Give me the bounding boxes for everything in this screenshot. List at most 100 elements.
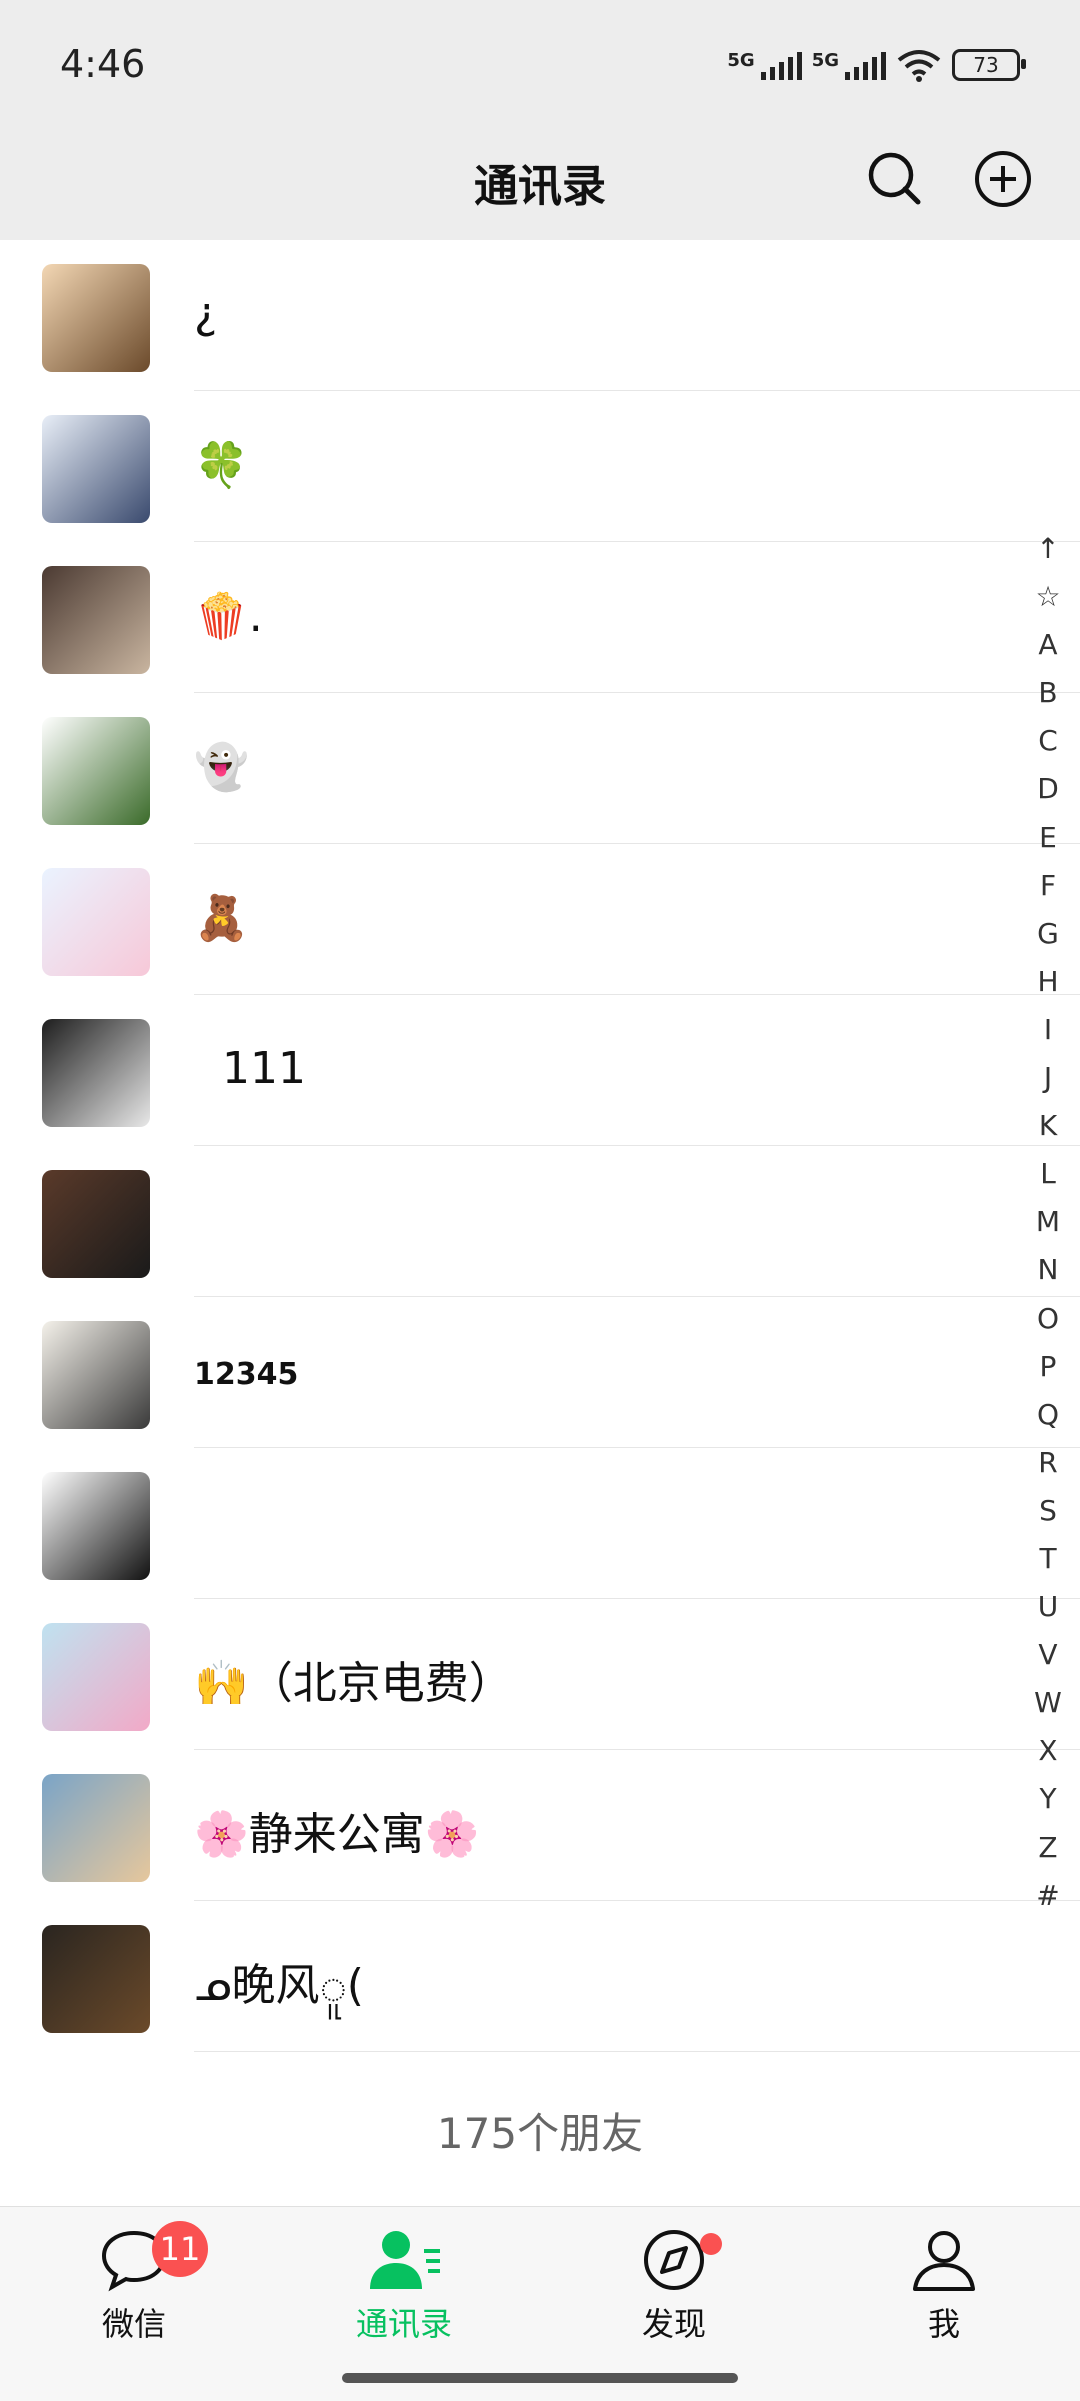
index-letter[interactable]: H xyxy=(1037,958,1058,1006)
contact-row[interactable]: 🌸静来公寓🌸 xyxy=(0,1750,1080,1901)
status-time: 4:46 xyxy=(60,42,146,86)
search-icon[interactable] xyxy=(862,146,928,212)
index-letter[interactable]: ↑ xyxy=(1036,525,1059,573)
avatar-fill xyxy=(42,1321,150,1429)
contact-row[interactable]: 🍿. xyxy=(0,542,1080,693)
contact-name: 🍿. xyxy=(194,591,263,642)
contact-list: ¿ 🍀 🍿. 👻 🧸 111 12345 🙌（北京电费） 🌸静来公寓🌸 ᓄ晚风ူ… xyxy=(0,240,1080,2052)
avatar xyxy=(42,415,150,523)
index-letter[interactable]: G xyxy=(1037,910,1059,958)
index-letter[interactable]: ☆ xyxy=(1035,573,1060,621)
tab-contacts[interactable]: 通讯录 xyxy=(304,2227,504,2345)
contact-row[interactable]: 👻 xyxy=(0,693,1080,844)
battery-level: 73 xyxy=(973,53,999,77)
index-letter[interactable]: M xyxy=(1036,1198,1060,1246)
alphabet-index[interactable]: ↑ ☆ A B C D E F G H I J K L M N O P Q R S T U V W X Y Z # xyxy=(1018,525,1078,1920)
contact-name: ᓄ晚风ူ( xyxy=(194,1960,364,2011)
index-letter[interactable]: N xyxy=(1038,1246,1059,1294)
index-letter[interactable]: A xyxy=(1038,621,1057,669)
avatar-fill xyxy=(42,1472,150,1580)
avatar xyxy=(42,1623,150,1731)
contact-row[interactable]: 111 xyxy=(0,995,1080,1146)
contact-row[interactable]: 🍀 xyxy=(0,391,1080,542)
contact-name: ¿ xyxy=(194,288,218,339)
contact-name: 👻 xyxy=(194,742,249,793)
avatar-fill xyxy=(42,868,150,976)
avatar-fill xyxy=(42,1019,150,1127)
index-letter[interactable]: S xyxy=(1039,1487,1057,1535)
unread-badge: 11 xyxy=(152,2221,208,2277)
status-icons: 5G 5G 73 xyxy=(727,48,1026,82)
index-letter[interactable]: X xyxy=(1038,1727,1057,1775)
status-bar: 4:46 5G 5G 73 xyxy=(0,0,1080,130)
avatar-fill xyxy=(42,1774,150,1882)
bottom-tab-bar: 11 微信 通讯录 发现 我 xyxy=(0,2206,1080,2401)
avatar xyxy=(42,868,150,976)
contact-name: 12345 xyxy=(194,1357,299,1392)
index-letter[interactable]: Z xyxy=(1038,1824,1057,1872)
tab-discover[interactable]: 发现 xyxy=(574,2227,774,2345)
index-letter[interactable]: Q xyxy=(1037,1391,1059,1439)
avatar-fill xyxy=(42,1925,150,2033)
contact-row[interactable]: 12345 xyxy=(0,1297,1080,1448)
contact-row[interactable] xyxy=(0,1448,1080,1599)
index-letter[interactable]: L xyxy=(1040,1150,1056,1198)
contact-row[interactable]: ¿ xyxy=(0,240,1080,391)
network-type-1: 5G xyxy=(727,50,755,71)
avatar xyxy=(42,1774,150,1882)
index-letter[interactable]: # xyxy=(1036,1872,1059,1920)
index-letter[interactable]: T xyxy=(1039,1535,1056,1583)
avatar xyxy=(42,1321,150,1429)
signal-icon-1: 5G xyxy=(727,50,802,80)
index-letter[interactable]: U xyxy=(1038,1583,1059,1631)
contact-row[interactable] xyxy=(0,1146,1080,1297)
avatar xyxy=(42,566,150,674)
index-letter[interactable]: O xyxy=(1037,1295,1059,1343)
contact-name: 🙌（北京电费） xyxy=(194,1658,513,1709)
friend-count: 175个朋友 xyxy=(436,2109,644,2158)
contact-row[interactable]: 🧸 xyxy=(0,844,1080,995)
avatar xyxy=(42,717,150,825)
avatar xyxy=(42,1019,150,1127)
discover-icon xyxy=(644,2230,704,2290)
index-letter[interactable]: W xyxy=(1034,1679,1062,1727)
me-icon xyxy=(913,2231,975,2291)
tab-me[interactable]: 我 xyxy=(844,2227,1044,2345)
index-letter[interactable]: F xyxy=(1040,862,1056,910)
tab-label: 通讯录 xyxy=(355,2305,452,2343)
index-letter[interactable]: E xyxy=(1039,814,1057,862)
index-letter[interactable]: R xyxy=(1038,1439,1057,1487)
index-letter[interactable]: V xyxy=(1038,1631,1057,1679)
index-letter[interactable]: B xyxy=(1038,669,1057,717)
index-letter[interactable]: C xyxy=(1038,717,1058,765)
index-letter[interactable]: D xyxy=(1037,765,1059,813)
index-letter[interactable]: P xyxy=(1040,1343,1057,1391)
avatar xyxy=(42,1925,150,2033)
index-letter[interactable]: I xyxy=(1044,1006,1052,1054)
top-header: 通讯录 xyxy=(0,130,1080,240)
home-indicator[interactable] xyxy=(342,2373,738,2383)
contact-row[interactable]: 🙌（北京电费） xyxy=(0,1599,1080,1750)
tab-label: 微信 xyxy=(101,2305,166,2343)
index-letter[interactable]: J xyxy=(1044,1054,1052,1102)
avatar xyxy=(42,1170,150,1278)
index-letter[interactable]: K xyxy=(1039,1102,1057,1150)
tab-chats[interactable]: 11 微信 xyxy=(34,2221,234,2345)
avatar xyxy=(42,1472,150,1580)
network-type-2: 5G xyxy=(811,50,839,71)
contact-name: 111 xyxy=(194,1043,306,1094)
wifi-icon xyxy=(897,50,941,82)
battery-icon: 73 xyxy=(952,49,1026,81)
contact-row[interactable]: ᓄ晚风ူ( xyxy=(0,1901,1080,2052)
avatar-fill xyxy=(42,1170,150,1278)
add-circle-icon[interactable] xyxy=(970,146,1036,212)
notification-dot xyxy=(700,2233,722,2255)
row-divider xyxy=(194,2051,1080,2052)
avatar-fill xyxy=(42,415,150,523)
index-letter[interactable]: Y xyxy=(1039,1775,1056,1823)
tab-label: 发现 xyxy=(641,2305,706,2343)
avatar-fill xyxy=(42,566,150,674)
tab-label: 我 xyxy=(927,2305,960,2343)
avatar xyxy=(42,264,150,372)
contact-name: 🧸 xyxy=(194,893,249,944)
